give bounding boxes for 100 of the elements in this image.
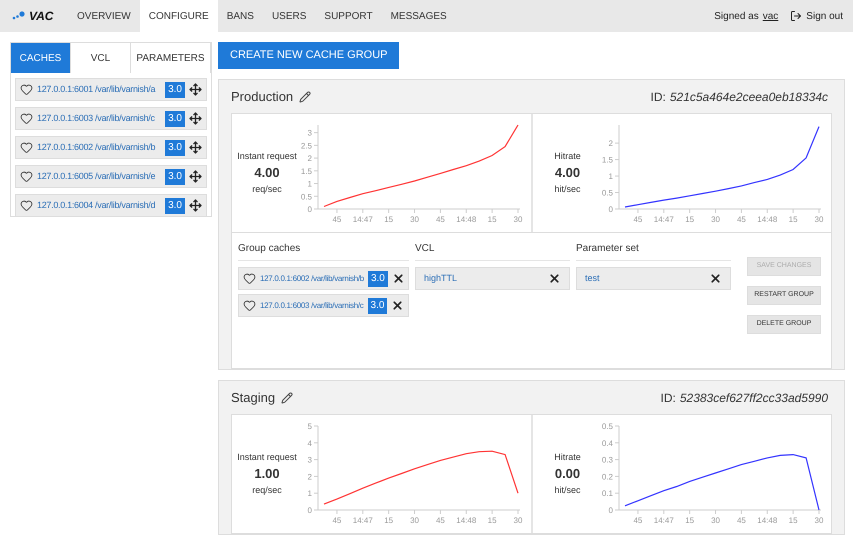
edit-icon[interactable] <box>281 392 294 404</box>
version-badge: 3.0 <box>368 270 388 286</box>
cache-item[interactable]: 127.0.0.1:6002 /var/lib/varnish/b 3.0 <box>15 136 207 159</box>
sign-out-link[interactable]: Sign out <box>806 8 843 24</box>
move-icon[interactable] <box>189 112 202 125</box>
cache-item[interactable]: 127.0.0.1:6003 /var/lib/varnish/c 3.0 <box>15 107 207 130</box>
cache-address[interactable]: 127.0.0.1:6002 /var/lib/varnish/b <box>260 272 364 284</box>
cache-address[interactable]: 127.0.0.1:6003 /var/lib/varnish/c <box>37 112 162 126</box>
tick-label: 15 <box>684 516 694 525</box>
nav-tab[interactable]: CONFIGURE <box>140 0 218 32</box>
tick-label: 45 <box>436 516 445 525</box>
vcl-field[interactable]: highTTL <box>415 267 570 290</box>
edit-icon[interactable] <box>299 90 312 102</box>
metric-value: 4.00 <box>254 164 280 182</box>
version-badge: 3.0 <box>165 198 185 214</box>
nav-tab[interactable]: USERS <box>262 0 316 32</box>
move-icon[interactable] <box>189 83 202 96</box>
nav-tab[interactable]: BANS <box>218 0 263 32</box>
column-heading: VCL <box>415 241 570 261</box>
metric-value: 0.00 <box>554 465 580 484</box>
heart-icon[interactable] <box>243 272 256 285</box>
user-link[interactable]: vac <box>762 8 778 24</box>
metric-label: Instant request <box>237 450 297 464</box>
tick-label: 30 <box>410 215 419 224</box>
column-heading: Group caches <box>238 241 409 261</box>
tick-label: 3 <box>308 456 312 465</box>
metric-unit: hit/sec <box>554 182 580 196</box>
tick-label: 45 <box>736 215 746 224</box>
heart-icon[interactable] <box>243 299 256 312</box>
tick-label: 2 <box>608 139 612 148</box>
nav-tab[interactable]: SUPPORT <box>315 0 382 32</box>
heart-icon[interactable] <box>20 170 33 183</box>
cache-address[interactable]: 127.0.0.1:6001 /var/lib/varnish/a <box>37 82 162 96</box>
tick-label: 0.5 <box>601 188 612 198</box>
nav-tab[interactable]: MESSAGES <box>382 0 456 32</box>
version-badge: 3.0 <box>165 110 185 126</box>
logo-text: VAC <box>29 8 54 25</box>
metric-unit: hit/sec <box>554 484 580 497</box>
version-badge: 3.0 <box>165 168 185 184</box>
cache-item[interactable]: 127.0.0.1:6002 /var/lib/varnish/b 3.0 <box>238 267 409 290</box>
tick-label: 15 <box>488 215 497 224</box>
tick-label: 30 <box>410 516 419 525</box>
sign-out-icon[interactable] <box>790 10 802 22</box>
tick-label: 0.3 <box>601 456 612 465</box>
cache-item[interactable]: 127.0.0.1:6001 /var/lib/varnish/a 3.0 <box>15 78 207 101</box>
group-name: Staging <box>231 388 276 407</box>
tick-label: 30 <box>514 215 522 224</box>
tick-label: 0 <box>308 205 312 214</box>
cache-address[interactable]: 127.0.0.1:6002 /var/lib/varnish/b <box>37 140 162 154</box>
tick-label: 30 <box>814 516 823 525</box>
tick-label: 5 <box>308 422 312 431</box>
heart-icon[interactable] <box>20 83 33 96</box>
parameter-field[interactable]: test <box>576 267 731 290</box>
remove-icon[interactable] <box>548 272 561 285</box>
create-group-button[interactable]: CREATE NEW CACHE GROUP <box>218 42 400 69</box>
cache-address[interactable]: 127.0.0.1:6003 /var/lib/varnish/c <box>260 300 364 312</box>
tick-label: 30 <box>710 215 720 224</box>
tick-label: 45 <box>436 215 445 224</box>
cache-item[interactable]: 127.0.0.1:6005 /var/lib/varnish/e 3.0 <box>15 165 207 188</box>
tick-label: 0 <box>308 506 312 515</box>
tick-label: 45 <box>332 516 342 525</box>
tick-label: 14:47 <box>653 215 674 224</box>
tick-label: 0.4 <box>601 438 612 448</box>
tick-label: 2 <box>308 154 312 164</box>
cache-address[interactable]: 127.0.0.1:6004 /var/lib/varnish/d <box>37 198 162 212</box>
cache-item[interactable]: 127.0.0.1:6004 /var/lib/varnish/d 3.0 <box>15 194 207 217</box>
signed-as-text: Signed as <box>714 10 759 24</box>
group-id: 521c5a464e2ceea0eb18334c <box>670 88 828 106</box>
nav-tab[interactable]: OVERVIEW <box>68 0 140 32</box>
cache-address[interactable]: 127.0.0.1:6005 /var/lib/varnish/e <box>37 170 162 184</box>
tick-label: 0.1 <box>601 489 612 498</box>
tick-label: 14:48 <box>456 516 476 525</box>
group-id: 52383cef627ff2cc33ad5990 <box>680 390 828 406</box>
tick-label: 1.5 <box>601 156 612 165</box>
move-icon[interactable] <box>189 141 202 154</box>
tick-label: 1 <box>608 172 612 182</box>
tick-label: 15 <box>384 215 394 224</box>
tick-label: 30 <box>710 516 720 525</box>
remove-icon[interactable] <box>392 272 405 285</box>
move-icon[interactable] <box>189 170 202 183</box>
tick-label: 15 <box>384 516 394 525</box>
tick-label: 45 <box>632 215 642 224</box>
sidebar-tab[interactable]: CACHES <box>11 43 71 73</box>
tick-label: 1 <box>308 489 312 498</box>
metric-unit: req/sec <box>252 182 282 196</box>
remove-icon[interactable] <box>709 272 722 285</box>
tick-label: 45 <box>332 215 342 224</box>
tick-label: 0 <box>608 205 612 214</box>
remove-icon[interactable] <box>391 299 404 312</box>
group-name: Production <box>231 88 294 106</box>
metric-label: Hitrate <box>554 150 581 163</box>
metric-label: Instant request <box>237 150 297 163</box>
move-icon[interactable] <box>189 199 202 212</box>
metric-value: 4.00 <box>554 164 580 182</box>
heart-icon[interactable] <box>20 112 33 125</box>
heart-icon[interactable] <box>20 141 33 154</box>
heart-icon[interactable] <box>20 199 33 212</box>
tick-label: 0 <box>608 506 612 515</box>
cache-item[interactable]: 127.0.0.1:6003 /var/lib/varnish/c 3.0 <box>238 294 409 317</box>
tick-label: 2.5 <box>300 141 312 150</box>
